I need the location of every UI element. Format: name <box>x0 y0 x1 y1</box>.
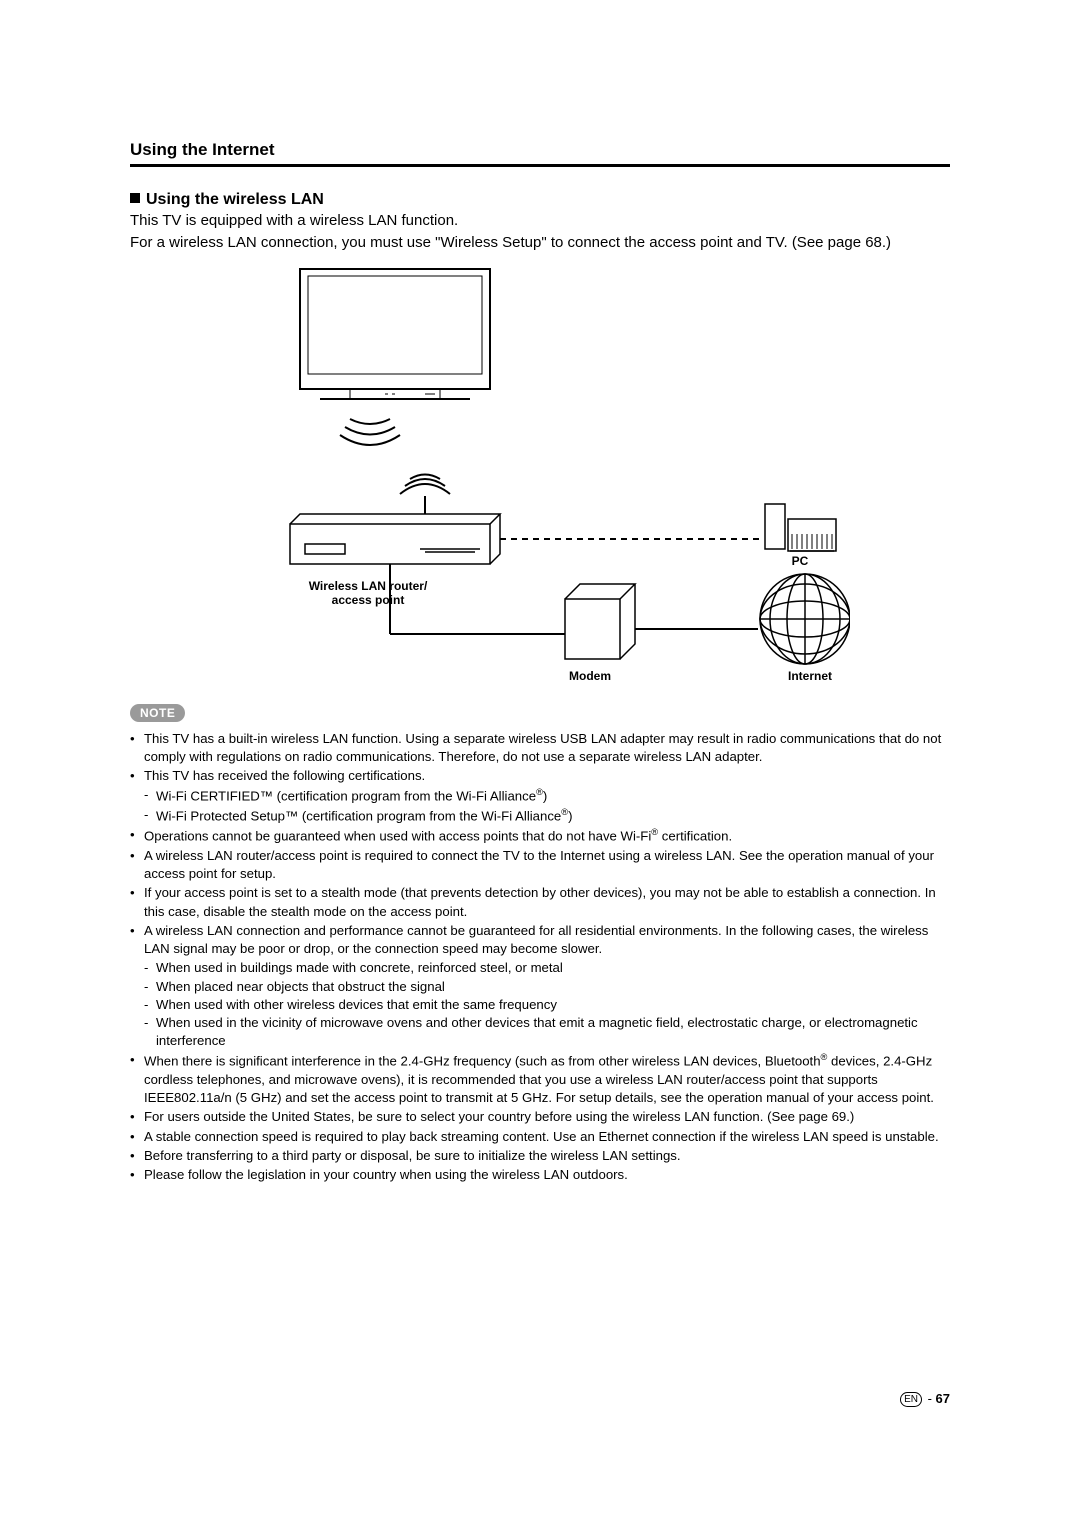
pc-label: PC <box>770 554 830 568</box>
note-item: A stable connection speed is required to… <box>130 1128 950 1146</box>
page-number: 67 <box>936 1391 950 1406</box>
note-subitem: When used in the vicinity of microwave o… <box>144 1014 950 1050</box>
note-subitem: Wi-Fi CERTIFIED™ (certification program … <box>144 786 950 806</box>
note-item: A wireless LAN router/access point is re… <box>130 847 950 883</box>
section-title: Using the Internet <box>130 140 950 160</box>
intro-line-2: For a wireless LAN connection, you must … <box>130 233 950 253</box>
subheading-text: Using the wireless LAN <box>146 191 324 208</box>
note-item: If your access point is set to a stealth… <box>130 884 950 920</box>
square-bullet-icon <box>130 193 140 203</box>
note-item: When there is significant interference i… <box>130 1051 950 1107</box>
router-icon <box>290 514 500 564</box>
tv-icon <box>300 269 490 399</box>
note-badge: NOTE <box>130 704 185 722</box>
router-label: Wireless LAN router/access point <box>288 579 448 607</box>
internet-label: Internet <box>770 669 850 683</box>
note-item: Please follow the legislation in your co… <box>130 1166 950 1184</box>
note-item: A wireless LAN connection and performanc… <box>130 922 950 1051</box>
note-item: This TV has received the following certi… <box>130 767 950 825</box>
page-footer: EN - 67 <box>900 1391 950 1407</box>
notes-list: This TV has a built-in wireless LAN func… <box>130 730 950 1185</box>
globe-icon <box>760 574 850 664</box>
network-diagram: Wireless LAN router/access point PC Mode… <box>230 264 850 684</box>
modem-label: Modem <box>550 669 630 683</box>
footer-sep: - <box>924 1391 936 1406</box>
intro-line-1: This TV is equipped with a wireless LAN … <box>130 211 950 231</box>
note-item: Before transferring to a third party or … <box>130 1147 950 1165</box>
lang-badge: EN <box>900 1392 922 1407</box>
pc-icon <box>765 504 836 551</box>
note-item: Operations cannot be guaranteed when use… <box>130 826 950 846</box>
note-subitem: Wi-Fi Protected Setup™ (certification pr… <box>144 806 950 826</box>
note-item: For users outside the United States, be … <box>130 1108 950 1126</box>
note-item: This TV has a built-in wireless LAN func… <box>130 730 950 766</box>
note-sublist: When used in buildings made with concret… <box>144 959 950 1050</box>
wifi-waves-tv-icon <box>340 419 400 445</box>
note-subitem: When used in buildings made with concret… <box>144 959 950 977</box>
modem-icon <box>565 584 635 659</box>
wifi-waves-router-icon <box>400 474 450 514</box>
subheading: Using the wireless LAN <box>130 191 950 209</box>
note-subitem: When used with other wireless devices th… <box>144 996 950 1014</box>
note-sublist: Wi-Fi CERTIFIED™ (certification program … <box>144 786 950 825</box>
section-rule <box>130 164 950 167</box>
note-subitem: When placed near objects that obstruct t… <box>144 978 950 996</box>
network-diagram-svg <box>230 264 850 684</box>
